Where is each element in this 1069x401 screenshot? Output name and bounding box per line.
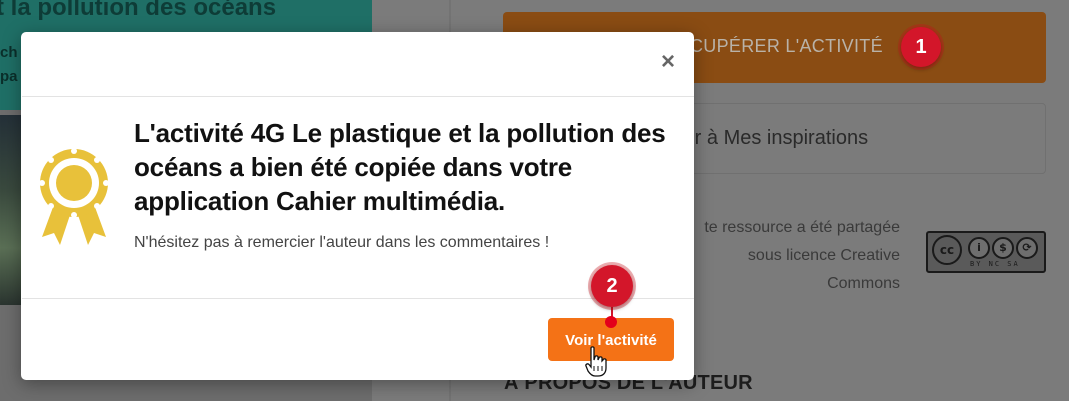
creative-commons-badge[interactable]: cc i $ ⟳ BY NC SA	[926, 231, 1046, 273]
cc-logo-icon: cc	[932, 235, 962, 265]
license-line-1: te ressource a été partagée	[704, 219, 900, 236]
by-attribution-icon: i	[968, 237, 990, 259]
non-commercial-icon: $	[992, 237, 1014, 259]
license-line-2: sous licence Creative	[747, 247, 900, 264]
modal-title: L'activité 4G Le plastique et la polluti…	[134, 118, 666, 216]
close-icon[interactable]: ×	[658, 50, 678, 74]
modal-subtitle: N'hésitez pas à remercier l'auteur dans …	[134, 234, 550, 251]
banner-subtitle-2: pa	[0, 68, 18, 85]
modal-footer-divider	[22, 298, 694, 299]
step-marker-1: 1	[901, 27, 941, 67]
cc-badge-tags: BY NC SA	[970, 260, 1020, 268]
step-marker-dot	[605, 316, 617, 328]
step-marker-2: 2	[591, 265, 633, 307]
license-line-3[interactable]: Commons	[690, 270, 900, 298]
award-ribbon-icon	[39, 148, 109, 245]
share-alike-icon: ⟳	[1016, 237, 1038, 259]
license-text: te ressource a été partagée sous licence…	[690, 214, 900, 298]
banner-title: t la pollution des océans	[0, 0, 277, 21]
hand-pointer-icon	[585, 346, 607, 377]
add-to-inspirations-label: ter à Mes inspirations	[678, 127, 869, 149]
modal-header-divider	[22, 96, 694, 97]
recover-activity-label: CUPÉRER L'ACTIVITÉ	[690, 36, 883, 56]
banner-subtitle: ch	[0, 44, 18, 61]
